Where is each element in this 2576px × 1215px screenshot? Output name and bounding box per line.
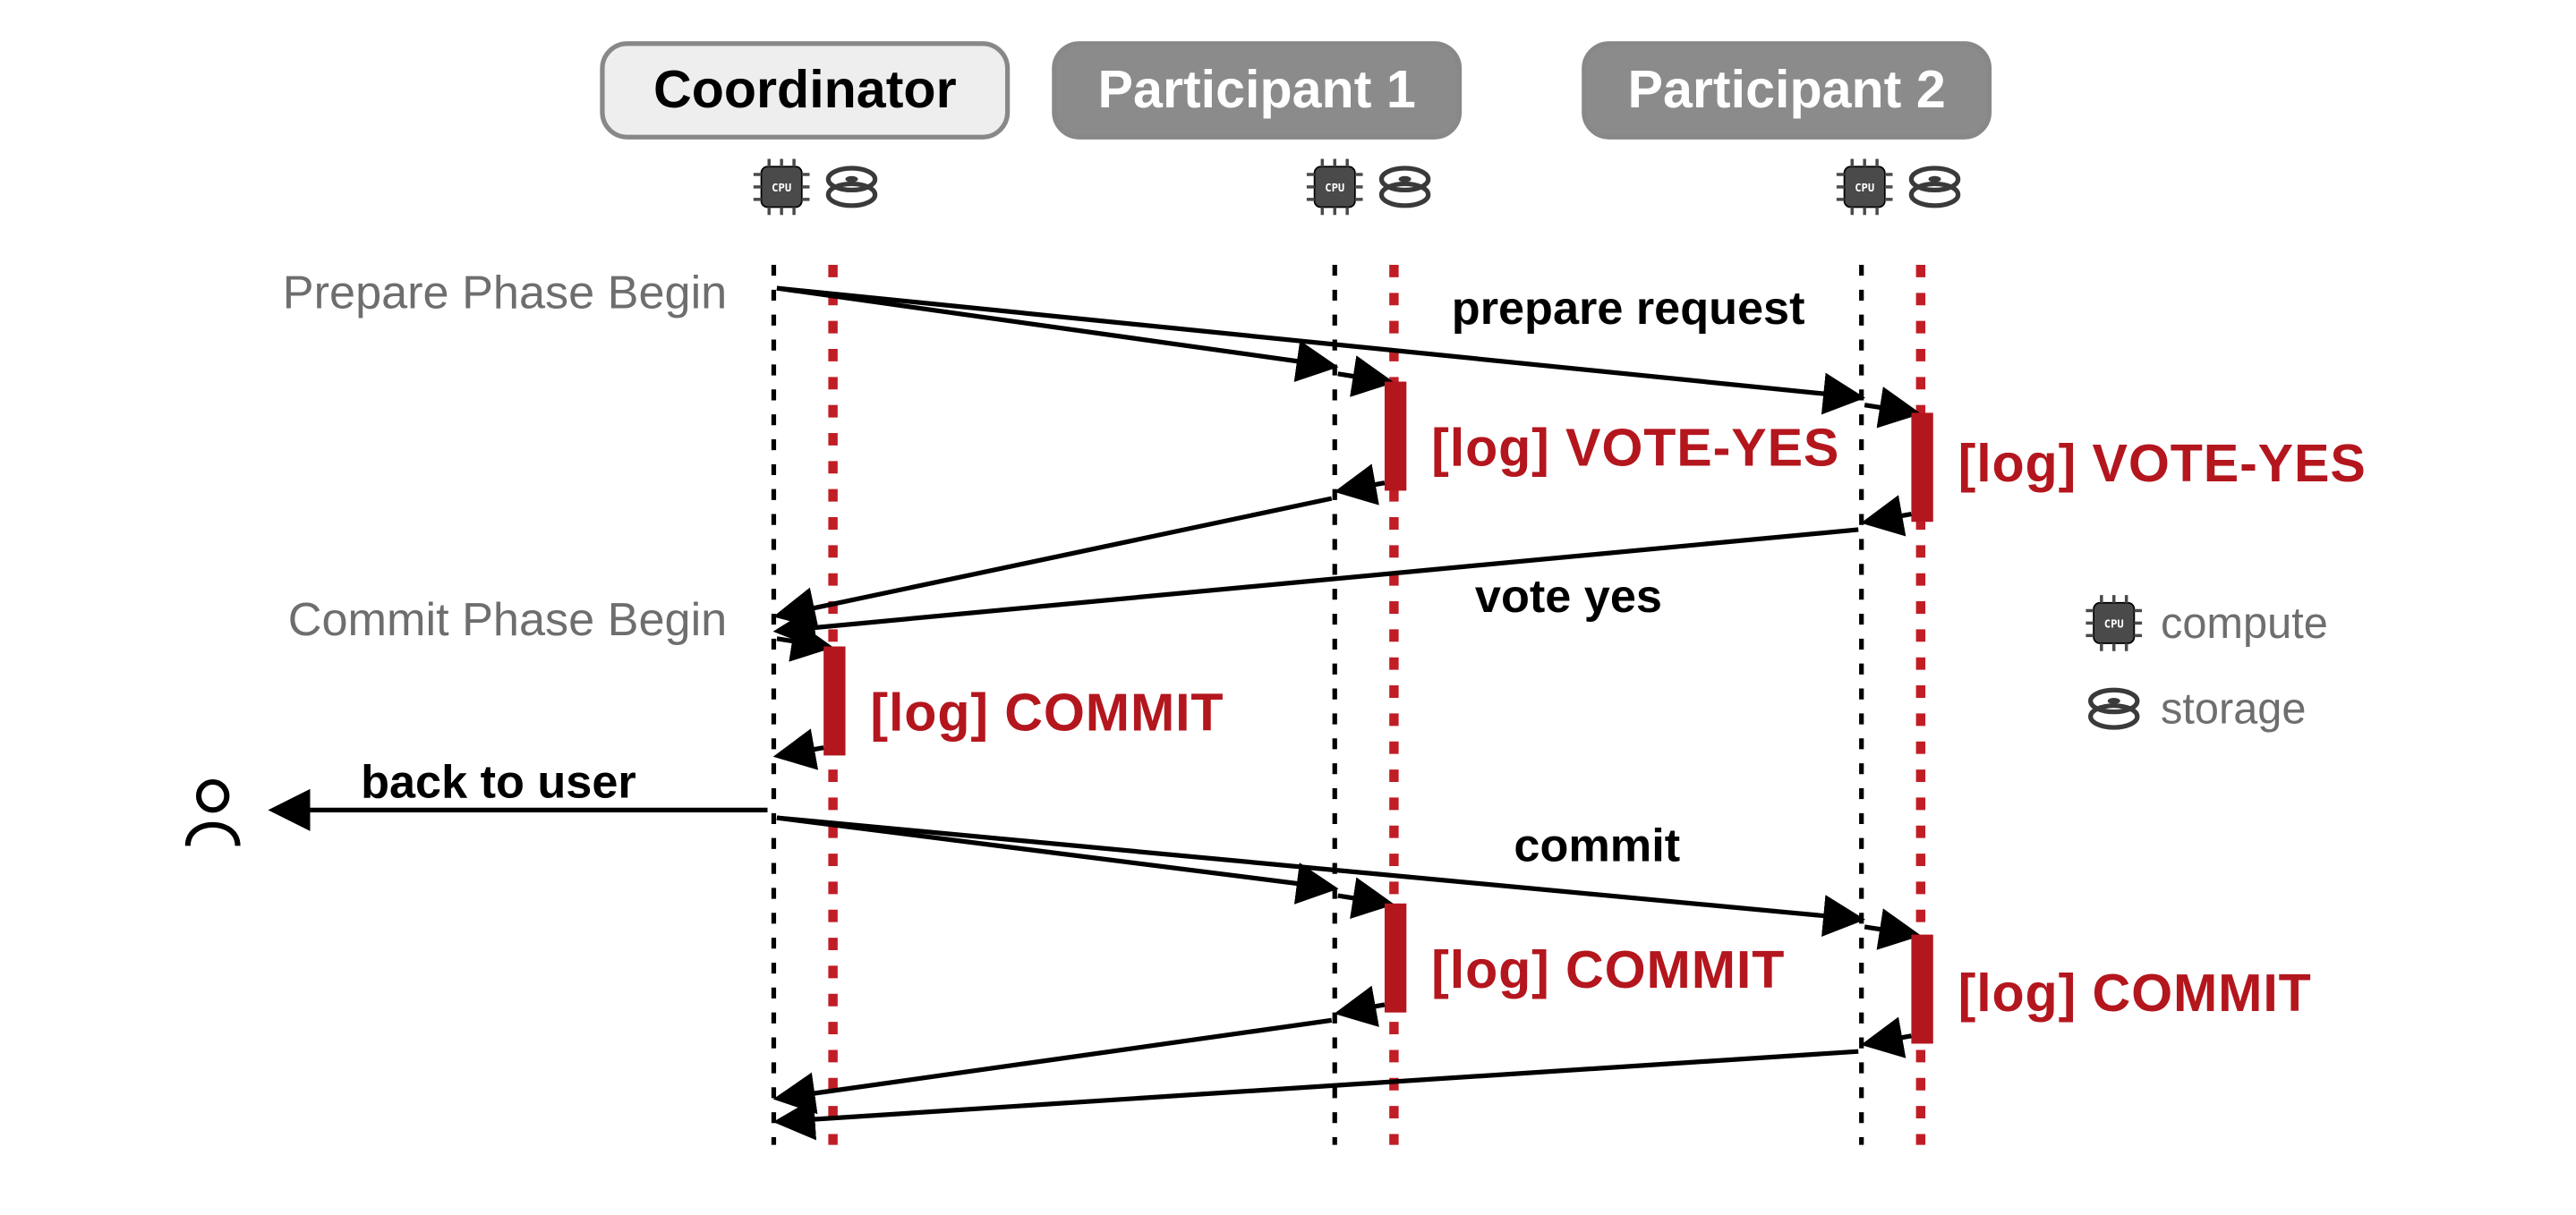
p2-storage-return-vote (1868, 514, 1912, 523)
vote-yes-label: vote yes (1475, 571, 1662, 623)
commit-label: commit (1514, 820, 1680, 872)
role-participant2-label: Participant 2 (1628, 59, 1946, 119)
role-coordinator-label: Coordinator (653, 59, 957, 119)
role-participant1: Participant 1 (1054, 44, 1460, 137)
cpu-icon (754, 159, 810, 216)
coord-storage-return-commit (780, 748, 823, 756)
cpu-icon (1837, 159, 1893, 216)
prepare-request-label: prepare request (1452, 283, 1805, 335)
storage-icon (1911, 168, 1958, 206)
log-commit-p2: [log] COMMIT (1958, 963, 2312, 1023)
p1-storage-return-commit (1341, 1005, 1385, 1013)
storage-icon (828, 168, 874, 206)
back-to-user-label: back to user (361, 756, 636, 808)
commit-arrow-p2 (777, 818, 1858, 919)
vote-yes-arrow-p1 (780, 498, 1331, 616)
cpu-icon (1307, 159, 1363, 216)
legend-storage-label: storage (2161, 685, 2307, 734)
two-phase-commit-diagram: CPU Coordinator Participant 1 Participan… (0, 0, 2576, 1215)
role-participant2: Participant 2 (1584, 44, 1990, 137)
commit-arrow-p1 (777, 818, 1332, 888)
p2-storage-vote-bar (1911, 412, 1932, 522)
role-coordinator: Coordinator (602, 44, 1008, 137)
log-vote-yes-p2: [log] VOTE-YES (1958, 433, 2367, 493)
user-icon (188, 782, 238, 845)
prepare-arrow-p1 (777, 288, 1332, 366)
p1-storage-return-vote (1341, 483, 1385, 491)
ack-arrow-p2 (780, 1051, 1858, 1121)
cpu-icon (2086, 595, 2142, 651)
log-commit-p1: [log] COMMIT (1431, 939, 1785, 999)
p2-storage-commit-bar (1911, 935, 1932, 1044)
legend-compute-label: compute (2161, 599, 2328, 648)
ack-arrow-p1 (780, 1020, 1331, 1098)
coord-storage-commit-bar (823, 647, 845, 756)
coord-to-storage-commit (777, 639, 827, 647)
log-commit-coord: [log] COMMIT (870, 683, 1224, 743)
p1-to-storage-commit (1338, 896, 1388, 904)
log-vote-yes-p1: [log] VOTE-YES (1431, 418, 1839, 478)
p1-to-storage-vote (1338, 374, 1388, 382)
storage-icon (1381, 168, 1428, 206)
p1-storage-vote-bar (1385, 382, 1406, 491)
storage-icon (2091, 690, 2137, 727)
p2-storage-return-commit (1868, 1036, 1912, 1044)
p2-to-storage-commit (1864, 927, 1915, 935)
commit-phase-label: Commit Phase Begin (288, 594, 728, 646)
prepare-phase-label: Prepare Phase Begin (283, 268, 727, 319)
legend: compute storage (2086, 595, 2327, 733)
role-participant1-label: Participant 1 (1098, 59, 1416, 119)
p2-to-storage-vote (1864, 405, 1915, 413)
p1-storage-commit-bar (1385, 904, 1406, 1013)
